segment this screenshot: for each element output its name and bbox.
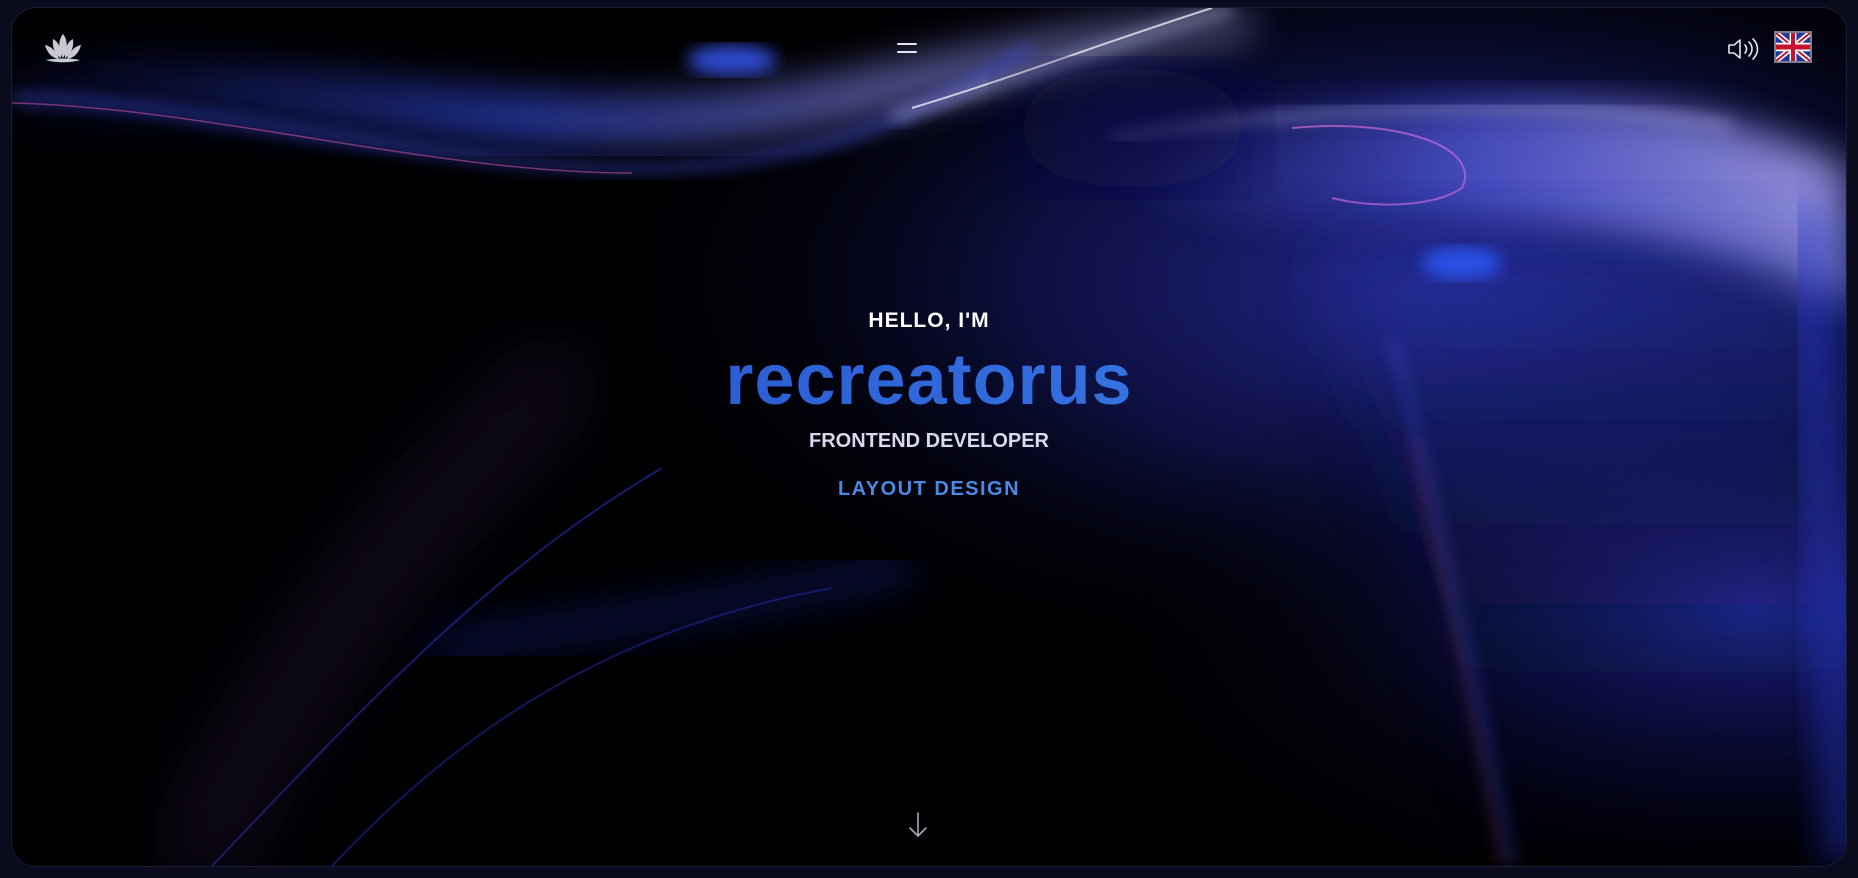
hero-greeting: HELLO, I'M — [868, 309, 990, 332]
logo-link[interactable] — [42, 32, 84, 66]
lotus-icon — [45, 34, 81, 63]
uk-flag-icon — [1774, 30, 1812, 64]
speaker-icon — [1728, 38, 1759, 60]
hero-section: HELLO, I'M recreatorus FRONTEND DEVELOPE… — [12, 308, 1846, 502]
hamburger-menu-icon — [897, 43, 917, 45]
sound-toggle-button[interactable] — [1726, 36, 1760, 62]
page-frame: HELLO, I'M recreatorus FRONTEND DEVELOPE… — [12, 8, 1846, 866]
scroll-down-button[interactable] — [906, 810, 930, 840]
hero-role: FRONTEND DEVELOPER — [808, 430, 1050, 452]
hamburger-menu-icon-line — [897, 51, 917, 53]
hero-specialty: LAYOUT DESIGN — [837, 478, 1021, 500]
arrow-down-icon — [909, 812, 927, 837]
hero-name: recreatorus — [12, 340, 1846, 420]
language-switch-button[interactable] — [1774, 30, 1812, 64]
menu-button[interactable] — [892, 36, 922, 60]
site-header — [12, 8, 1846, 88]
